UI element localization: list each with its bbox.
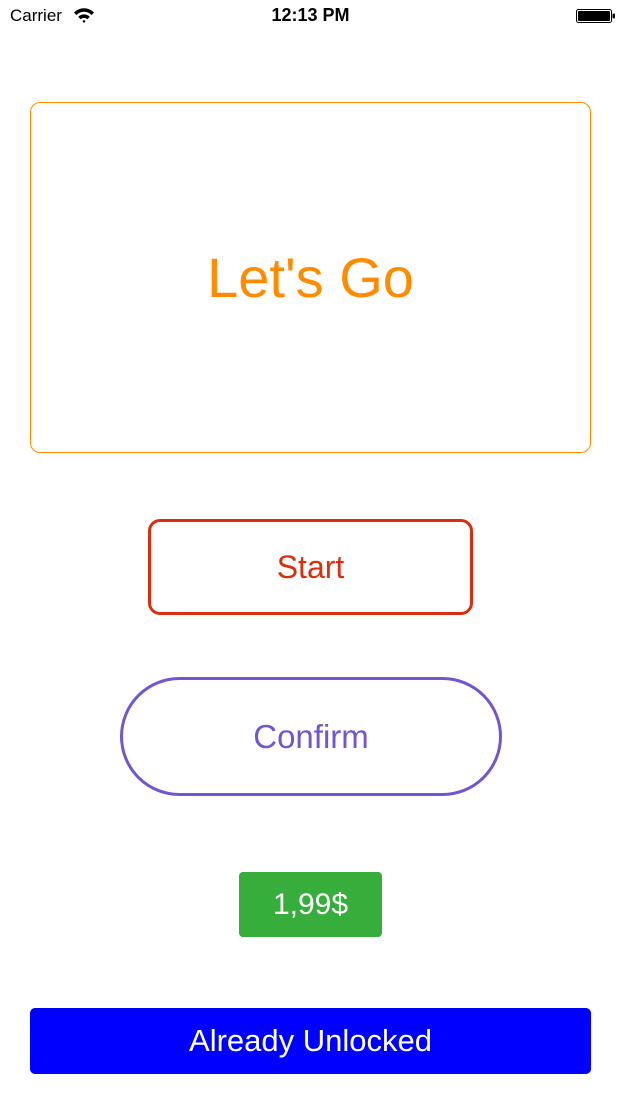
battery-full-icon [576,9,615,23]
confirm-button[interactable]: Confirm [120,677,502,796]
status-bar: Carrier 12:13 PM [0,0,621,32]
start-button[interactable]: Start [148,519,473,615]
price-button[interactable]: 1,99$ [239,872,382,937]
status-time: 12:13 PM [271,5,350,25]
already-unlocked-button[interactable]: Already Unlocked [30,1008,591,1074]
lets-go-button[interactable]: Let's Go [30,102,591,453]
